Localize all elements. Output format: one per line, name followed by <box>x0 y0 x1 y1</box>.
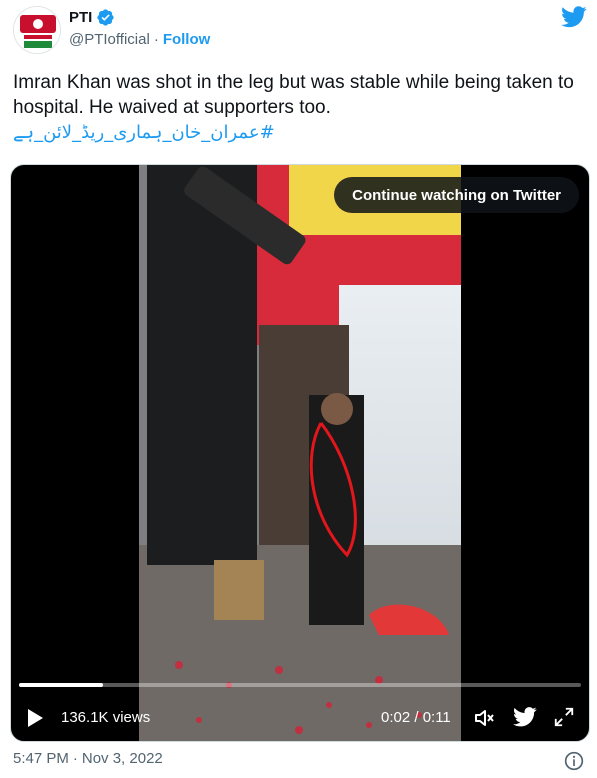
follow-button[interactable]: Follow <box>163 31 211 48</box>
tweet-date[interactable]: Nov 3, 2022 <box>82 750 163 767</box>
twitter-bird-icon[interactable] <box>561 6 587 33</box>
twitter-bird-icon[interactable] <box>513 706 537 733</box>
tweet-text: Imran Khan was shot in the leg but was s… <box>13 70 585 145</box>
view-count: 136.1K views <box>61 709 151 726</box>
video-progress-bar[interactable] <box>19 683 581 687</box>
video-frame[interactable] <box>139 165 461 741</box>
avatar[interactable] <box>13 6 61 54</box>
tweet-footer: 5:47 PM · Nov 3, 2022 <box>13 750 163 767</box>
tweet-header: PTI @PTIofficial · Follow <box>13 6 587 56</box>
info-icon[interactable] <box>564 751 584 776</box>
video-controls: 136.1K views 0:02 / 0:11 <box>11 703 589 735</box>
fullscreen-icon[interactable] <box>553 706 575 733</box>
video-player[interactable]: Continue watching on Twitter 136.1K view… <box>10 164 590 742</box>
verified-badge-icon <box>96 8 115 27</box>
video-progress-fill <box>19 683 104 687</box>
play-icon[interactable] <box>25 707 45 734</box>
separator: · <box>153 31 159 48</box>
name-row: PTI <box>69 8 115 27</box>
handle[interactable]: @PTIofficial <box>69 31 150 48</box>
tweet-body: Imran Khan was shot in the leg but was s… <box>13 72 574 118</box>
video-time: 0:02 / 0:11 <box>381 709 451 726</box>
volume-icon[interactable] <box>472 706 496 735</box>
handle-row: @PTIofficial · Follow <box>69 31 210 48</box>
footer-separator: · <box>72 750 78 767</box>
continue-watching-button[interactable]: Continue watching on Twitter <box>334 177 579 213</box>
display-name[interactable]: PTI <box>69 9 92 26</box>
tweet-time[interactable]: 5:47 PM <box>13 750 69 767</box>
hashtag-link[interactable]: #عمران_خان_ہماری_ریڈ_لائن_ہے <box>13 120 275 145</box>
